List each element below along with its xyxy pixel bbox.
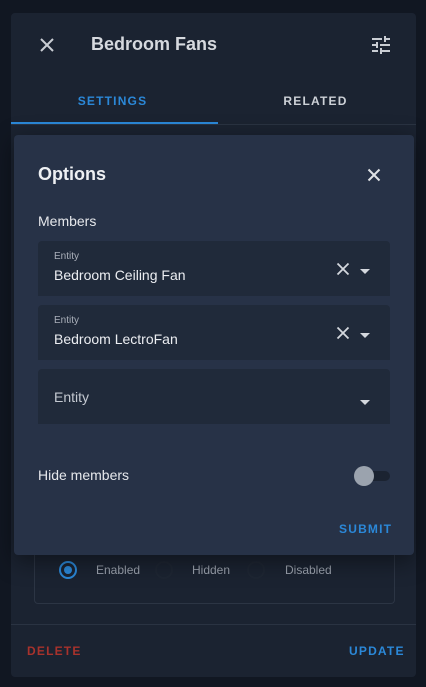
update-button[interactable]: UPDATE <box>349 644 405 658</box>
tab-settings[interactable]: SETTINGS <box>11 87 214 125</box>
tune-icon[interactable] <box>369 33 393 57</box>
radio-disabled[interactable] <box>247 561 265 579</box>
chevron-down-icon[interactable] <box>358 263 372 274</box>
dialog-header: Bedroom Fans <box>11 13 416 77</box>
tab-bar: SETTINGS RELATED <box>11 87 416 125</box>
options-modal: Options Members Entity Bedroom Ceiling F… <box>14 135 414 555</box>
radio-label-enabled: Enabled <box>96 563 141 577</box>
submit-button[interactable]: SUBMIT <box>339 522 392 536</box>
field-label: Entity <box>54 251 80 262</box>
member-entity-picker[interactable]: Entity Bedroom LectroFan <box>38 305 390 360</box>
hide-members-toggle[interactable] <box>354 466 390 486</box>
hide-members-label: Hide members <box>38 467 130 483</box>
delete-button[interactable]: DELETE <box>27 644 82 658</box>
chevron-down-icon[interactable] <box>358 394 372 405</box>
modal-title: Options <box>38 164 106 184</box>
clear-icon[interactable] <box>335 261 351 277</box>
radio-label-disabled: Disabled <box>285 563 332 577</box>
close-icon[interactable] <box>362 163 386 187</box>
field-label: Entity <box>54 315 80 326</box>
field-value: Bedroom LectroFan <box>54 331 178 347</box>
field-value: Bedroom Ceiling Fan <box>54 267 186 283</box>
footer-divider <box>11 624 416 625</box>
members-heading: Members <box>38 213 97 229</box>
radio-hidden[interactable] <box>155 561 173 579</box>
member-entity-picker[interactable]: Entity Bedroom Ceiling Fan <box>38 241 390 296</box>
add-entity-picker[interactable]: Entity <box>38 369 390 424</box>
close-icon[interactable] <box>35 33 59 57</box>
dialog-title: Bedroom Fans <box>91 34 218 54</box>
clear-icon[interactable] <box>335 325 351 341</box>
radio-enabled[interactable] <box>59 561 77 579</box>
radio-label-hidden: Hidden <box>192 563 231 577</box>
tab-related[interactable]: RELATED <box>214 87 416 125</box>
tab-divider <box>11 124 416 125</box>
field-placeholder: Entity <box>54 389 90 405</box>
toggle-thumb <box>354 466 374 486</box>
chevron-down-icon[interactable] <box>358 327 372 338</box>
